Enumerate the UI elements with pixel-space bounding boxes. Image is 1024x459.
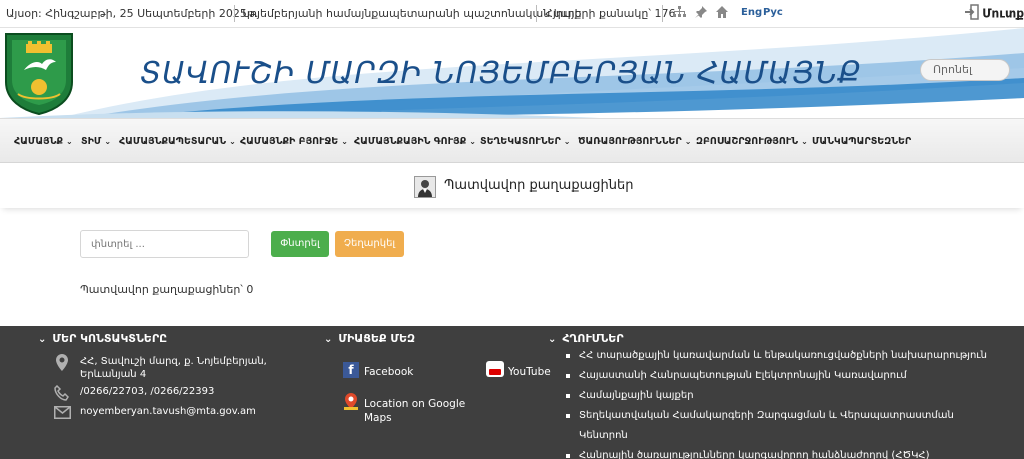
- site-title: ՏԱՎՈՒՇԻ ՄԱՐԶԻ ՆՈՅԵՄԲԵՐՅԱՆ ՀԱՄԱՅՆՔ: [140, 56, 862, 91]
- municipality-logo[interactable]: [4, 32, 74, 116]
- login-icon: [965, 4, 979, 23]
- location-icon: [56, 354, 68, 375]
- home-icon[interactable]: [715, 6, 729, 20]
- contacts-heading: ⌄ ՄԵՐ ԿՈՆՏԱԿՏՆԵՐԸ: [38, 332, 168, 345]
- chevron-down-icon: ⌄: [341, 137, 348, 146]
- facebook-link[interactable]: Facebook: [364, 365, 413, 379]
- lang-english-link[interactable]: Eng: [741, 7, 762, 18]
- nav-item-directories[interactable]: ՏԵՂԵԿԱՏՈՒՆԵՐ ⌄: [480, 136, 570, 147]
- official-site-text: Նոյեմբերյանի համայնքապետարանի պաշտոնական…: [242, 7, 582, 20]
- join-us-heading: ⌄ ՄԻԱՑԵՔ ՄԵԶ: [324, 332, 416, 345]
- divider: [234, 5, 235, 22]
- login-link[interactable]: Մուտք: [965, 4, 1024, 24]
- map-pin-icon[interactable]: [344, 393, 358, 410]
- chevron-down-icon: ⌄: [229, 137, 236, 146]
- site-footer: ⌄ ՄԵՐ ԿՈՆՏԱԿՏՆԵՐԸ ՀՀ, Տավուշի մարզ, ք. Նո…: [0, 326, 1024, 459]
- search-button[interactable]: Փնտրել: [271, 231, 329, 257]
- chevron-down-icon: ⌄: [324, 334, 333, 345]
- person-icon: [414, 176, 436, 198]
- facebook-icon[interactable]: f: [343, 362, 359, 378]
- divider: [662, 5, 663, 22]
- pin-icon[interactable]: [694, 6, 708, 20]
- links-heading: ⌄ ՀՂՈՒՄՆԵՐ: [548, 332, 624, 345]
- main-navigation: ՀԱՄԱՅՆՔ ⌄ ՏԻՄ ⌄ ՀԱՄԱՅՆՔԱՊԵՏԱՐԱՆ ⌄ ՀԱՄԱՅՆՔԻ …: [0, 118, 1024, 163]
- google-maps-link[interactable]: Location on Google Maps: [364, 397, 474, 425]
- nav-item-budget[interactable]: ՀԱՄԱՅՆՔԻ ԲՅՈՒՋԵ ⌄: [240, 136, 348, 147]
- contact-address: ՀՀ, Տավուշի մարզ, ք. Նոյեմբերյան, Երևանյ…: [80, 356, 267, 380]
- result-count: Պատվավոր քաղաքացիներ՝ 0: [80, 283, 254, 296]
- footer-link[interactable]: Հայաստանի Հանրապետության Էլեկտրոնային Կա…: [566, 366, 996, 386]
- nav-item-property[interactable]: ՀԱՄԱՅՆՔԱՅԻՆ ԳՈՒՅՔ ⌄: [354, 136, 476, 147]
- chevron-down-icon: ⌄: [38, 334, 47, 345]
- page-title: Պատվավոր քաղաքացիներ: [444, 178, 634, 193]
- footer-link[interactable]: Հանրային ծառայությունները կարգավորող հան…: [566, 446, 996, 459]
- contact-phone: /0266/22703, /0266/22393: [80, 386, 215, 397]
- page-title-strip: Պատվավոր քաղաքացիներ: [0, 164, 1024, 208]
- envelope-icon: [54, 406, 71, 423]
- footer-link[interactable]: ՀՀ տարածքային կառավարման և ենթակառուցված…: [566, 346, 996, 366]
- nav-item-services[interactable]: ԾԱՌԱՅՈՒԹՅՈՒՆՆԵՐ ⌄: [578, 136, 691, 147]
- site-header: ՏԱՎՈՒՇԻ ՄԱՐԶԻ ՆՈՅԵՄԲԵՐՅԱՆ ՀԱՄԱՅՆՔ Որոնել: [0, 28, 1024, 118]
- site-search-input[interactable]: Որոնել: [920, 59, 1010, 81]
- top-bar: Այսօր: Հինգշաբթի, 25 Սեպտեմբերի 2025թ. Ն…: [0, 0, 1024, 28]
- contact-email[interactable]: noyemberyan.tavush@mta.gov.am: [80, 405, 256, 418]
- chevron-down-icon: ⌄: [66, 137, 73, 146]
- youtube-link[interactable]: YouTube: [508, 365, 551, 379]
- visitor-count: Հյուրերի քանակը՝ 176: [545, 7, 676, 20]
- lang-russian-link[interactable]: Рус: [763, 7, 783, 18]
- footer-links-list: ՀՀ տարածքային կառավարման և ենթակառուցված…: [566, 346, 996, 459]
- sitemap-icon[interactable]: [672, 6, 686, 20]
- chevron-down-icon: ⌄: [563, 137, 571, 146]
- login-label: Մուտք: [982, 6, 1024, 21]
- divider: [536, 5, 537, 22]
- footer-link[interactable]: Տեղեկատվական Համակարգերի Զարգացման և Վեր…: [566, 406, 996, 446]
- nav-item-tourism[interactable]: ԶԲՈՍԱՇՐՋՈՒԹՅՈՒՆ ⌄: [696, 136, 808, 147]
- current-date: Այսօր: Հինգշաբթի, 25 Սեպտեմբերի 2025թ.: [6, 7, 259, 20]
- chevron-down-icon: ⌄: [684, 137, 692, 146]
- chevron-down-icon: ⌄: [104, 137, 112, 146]
- footer-link[interactable]: Համայնքային կայքեր: [566, 386, 996, 406]
- chevron-down-icon: ⌄: [548, 334, 557, 345]
- phone-icon: [54, 384, 71, 405]
- youtube-icon[interactable]: [486, 361, 504, 377]
- citizen-search-input[interactable]: [80, 230, 249, 258]
- cancel-button[interactable]: Չեղարկել: [335, 231, 404, 257]
- chevron-down-icon: ⌄: [801, 137, 808, 146]
- nav-item-lsg[interactable]: ՏԻՄ ⌄: [81, 136, 111, 147]
- nav-item-kindergartens[interactable]: ՄԱՆԿԱՊԱՐՏԵԶՆԵՐ: [812, 136, 911, 147]
- nav-item-municipality[interactable]: ՀԱՄԱՅՆՔԱՊԵՏԱՐԱՆ ⌄: [119, 136, 236, 147]
- chevron-down-icon: ⌄: [469, 137, 476, 146]
- nav-item-community[interactable]: ՀԱՄԱՅՆՔ ⌄: [14, 136, 73, 147]
